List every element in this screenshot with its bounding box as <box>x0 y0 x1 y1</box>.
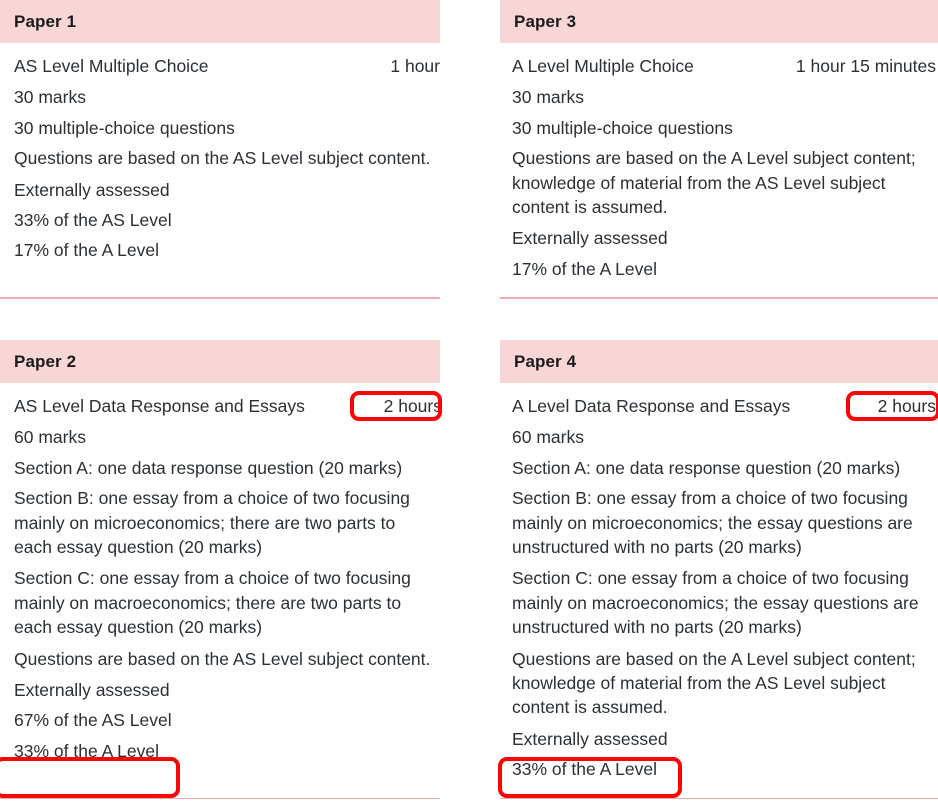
paper-4-detail-line: Externally assessed <box>512 728 668 749</box>
paper-4-headline-row: A Level Data Response and Essays 2 hours <box>512 394 936 418</box>
paper-2-headline-row: AS Level Data Response and Essays 2 hour… <box>14 394 442 418</box>
paper-1-detail-line: 30 marks <box>14 87 86 108</box>
paper-3-detail-line: 30 marks <box>512 87 584 108</box>
paper-1-panel: Paper 1 AS Level Multiple Choice 1 hour … <box>0 0 440 340</box>
paper-4-header: Paper 4 <box>500 340 938 383</box>
paper-3-detail-line: Externally assessed <box>512 228 668 249</box>
paper-4-detail-line: Section A: one data response question (2… <box>512 457 901 478</box>
paper-1-detail-line: Questions are based on the AS Level subj… <box>14 148 431 169</box>
paper-2-detail-line: Section B: one essay from a choice of tw… <box>14 488 410 558</box>
paper-1-detail-line: 30 multiple-choice questions <box>14 117 235 138</box>
paper-2-title: Paper 2 <box>14 351 77 371</box>
paper-2-detail-line: 33% of the A Level <box>14 740 159 761</box>
paper-4-detail-line: Questions are based on the A Level subje… <box>512 648 916 718</box>
paper-4-title: Paper 4 <box>514 351 577 371</box>
paper-1-detail-line: 17% of the A Level <box>14 240 159 261</box>
paper-4-panel: Paper 4 A Level Data Response and Essays… <box>500 340 938 806</box>
paper-2-detail-line: 60 marks <box>14 427 86 448</box>
paper-3-component-name: A Level Multiple Choice <box>512 56 694 76</box>
paper-4-component-name: A Level Data Response and Essays <box>512 396 791 416</box>
paper-4-detail-line: Section B: one essay from a choice of tw… <box>512 488 913 558</box>
paper-2-panel: Paper 2 AS Level Data Response and Essay… <box>0 340 442 806</box>
paper-1-headline-row: AS Level Multiple Choice 1 hour <box>14 54 440 78</box>
paper-2-detail-line: Section A: one data response question (2… <box>14 457 403 478</box>
paper-4-detail-line: 60 marks <box>512 427 584 448</box>
paper-2-detail-line: Externally assessed <box>14 680 170 701</box>
paper-1-duration: 1 hour <box>390 56 440 76</box>
paper-4-divider <box>500 797 938 799</box>
assessment-overview-grid: Paper 1 AS Level Multiple Choice 1 hour … <box>0 0 938 806</box>
paper-2-header: Paper 2 <box>0 340 440 383</box>
paper-3-details: A Level Multiple Choice 1 hour 15 minute… <box>500 43 938 281</box>
paper-3-header: Paper 3 <box>500 0 938 43</box>
paper-2-divider <box>0 797 440 799</box>
paper-3-headline-row: A Level Multiple Choice 1 hour 15 minute… <box>512 54 936 78</box>
paper-2-details: AS Level Data Response and Essays 2 hour… <box>0 383 442 763</box>
paper-4-duration: 2 hours <box>877 396 936 416</box>
paper-1-detail-line: 33% of the AS Level <box>14 210 172 231</box>
paper-2-detail-line: Questions are based on the AS Level subj… <box>14 648 431 669</box>
paper-1-details: AS Level Multiple Choice 1 hour 30 marks… <box>0 43 440 263</box>
paper-3-detail-line: Questions are based on the A Level subje… <box>512 148 916 218</box>
paper-1-header: Paper 1 <box>0 0 440 43</box>
paper-3-panel: Paper 3 A Level Multiple Choice 1 hour 1… <box>500 0 938 340</box>
paper-2-duration: 2 hours <box>383 396 442 416</box>
paper-3-detail-line: 17% of the A Level <box>512 258 657 279</box>
paper-2-detail-line: Section C: one essay from a choice of tw… <box>14 568 411 638</box>
paper-3-title: Paper 3 <box>514 11 577 31</box>
paper-1-component-name: AS Level Multiple Choice <box>14 56 209 76</box>
paper-1-detail-line: Externally assessed <box>14 179 170 200</box>
paper-4-detail-line: 33% of the A Level <box>512 759 657 780</box>
paper-2-component-name: AS Level Data Response and Essays <box>14 396 305 416</box>
paper-1-title: Paper 1 <box>14 11 77 31</box>
paper-3-duration: 1 hour 15 minutes <box>795 56 936 76</box>
paper-2-detail-line: 67% of the AS Level <box>14 710 172 731</box>
paper-3-divider <box>500 297 938 299</box>
paper-4-details: A Level Data Response and Essays 2 hours… <box>500 383 938 782</box>
paper-1-divider <box>0 297 440 299</box>
paper-4-detail-line: Section C: one essay from a choice of tw… <box>512 568 919 638</box>
paper-3-detail-line: 30 multiple-choice questions <box>512 117 733 138</box>
